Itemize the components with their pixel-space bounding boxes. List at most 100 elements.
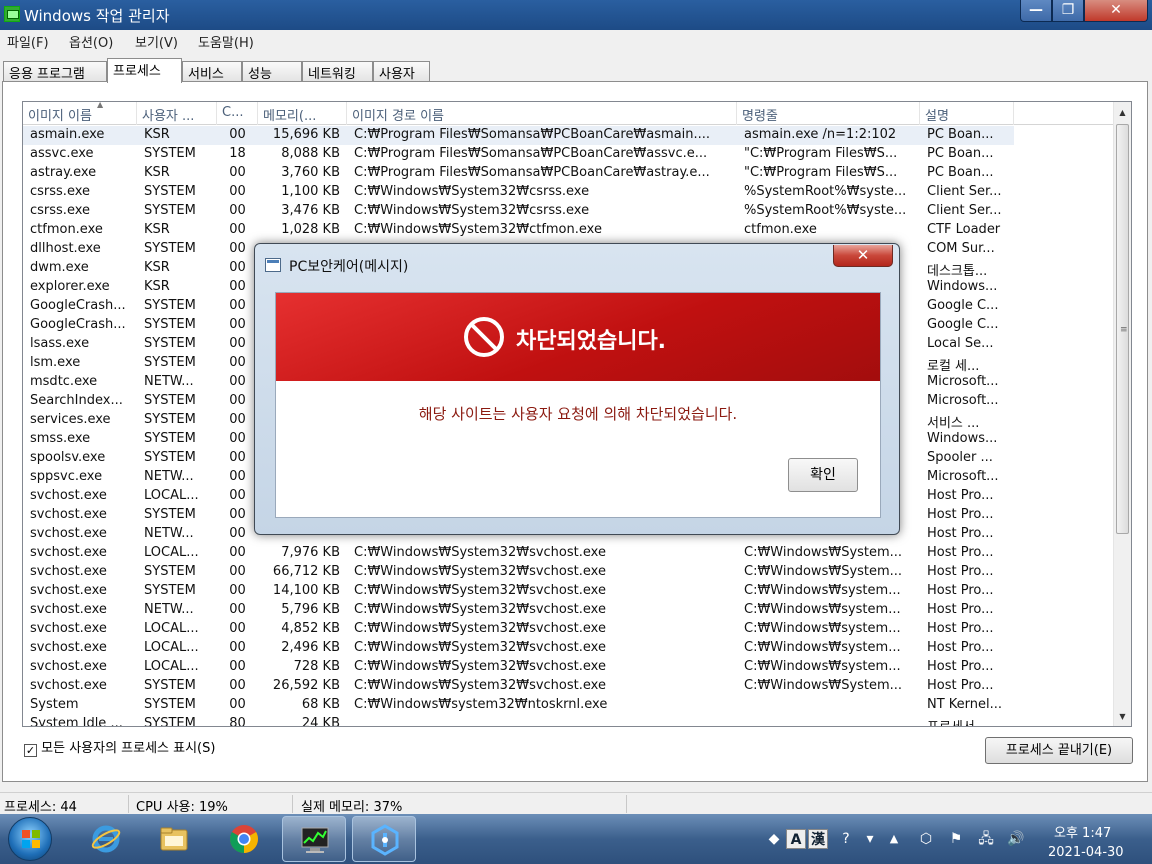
cell-description: CTF Loader <box>927 222 1001 237</box>
column-command-line[interactable]: 명령줄 <box>737 102 920 125</box>
cell-image-name: svchost.exe <box>30 621 107 636</box>
tab-networking[interactable]: 네트워킹 <box>302 61 373 82</box>
cell-user: KSR <box>144 165 170 180</box>
close-icon: ✕ <box>1110 2 1122 18</box>
table-row[interactable]: ctfmon.exe KSR 00 1,028 KB C:₩Windows₩System… <box>23 221 1113 240</box>
cell-description: 데스크톱... <box>927 264 988 278</box>
action-center-flag-icon[interactable]: ⚑ <box>946 829 966 849</box>
cell-cpu: 00 <box>229 583 246 598</box>
ime-mode-icon[interactable]: A <box>786 829 806 849</box>
taskbar-internet-explorer[interactable] <box>74 816 138 862</box>
status-cpu-usage: CPU 사용: 19% <box>136 800 228 815</box>
scroll-down-icon[interactable]: ▼ <box>1114 708 1131 725</box>
pc-boancare-tray-icon[interactable]: ⬡ <box>916 829 936 849</box>
menu-options[interactable]: 옵션(O) <box>69 32 113 51</box>
tab-applications[interactable]: 응용 프로그램 <box>3 61 107 82</box>
end-process-button[interactable]: 프로세스 끝내기(E) <box>985 737 1133 764</box>
table-row[interactable]: svchost.exe NETW... 00 5,796 KB C:₩Windows₩S… <box>23 601 1113 620</box>
column-memory[interactable]: 메모리(... <box>258 102 347 125</box>
cell-cpu: 00 <box>229 374 246 389</box>
clock-date[interactable]: 2021-04-30 <box>1048 845 1124 860</box>
scroll-up-icon[interactable]: ▲ <box>1114 104 1131 121</box>
ime-options-icon[interactable]: ▾ <box>860 829 880 849</box>
maximize-button[interactable]: ❐ <box>1052 0 1084 22</box>
checkbox-icon[interactable]: ✓ <box>24 744 37 757</box>
clock-time[interactable]: 오후 1:47 <box>1054 822 1111 841</box>
cell-command-line: %SystemRoot%₩syste... <box>744 184 907 199</box>
tab-services[interactable]: 서비스 <box>182 61 242 82</box>
dialog-title: PC보안케어(메시지) <box>289 259 409 275</box>
cell-user: NETW... <box>144 602 194 617</box>
table-row[interactable]: svchost.exe SYSTEM 00 14,100 KB C:₩Windows₩S… <box>23 582 1113 601</box>
cell-command-line: C:₩Windows₩system... <box>744 640 901 655</box>
table-row[interactable]: asmain.exe KSR 00 15,696 KB C:₩Program Files… <box>23 126 1113 145</box>
table-row[interactable]: svchost.exe SYSTEM 00 26,592 KB C:₩Windows₩S… <box>23 677 1113 696</box>
table-row[interactable]: astray.exe KSR 00 3,760 KB C:₩Program Files₩… <box>23 164 1113 183</box>
cell-memory: 3,760 KB <box>281 165 340 180</box>
taskbar-chrome[interactable] <box>212 816 276 862</box>
cell-cpu: 00 <box>229 526 246 541</box>
cell-description: Host Pro... <box>927 564 994 579</box>
menu-file[interactable]: 파일(F) <box>7 32 49 51</box>
taskbar-file-explorer[interactable] <box>142 816 206 862</box>
cell-command-line: C:₩Windows₩system... <box>744 659 901 674</box>
column-image-path[interactable]: 이미지 경로 이름 <box>347 102 737 125</box>
table-row[interactable]: svchost.exe SYSTEM 00 66,712 KB C:₩Windows₩S… <box>23 563 1113 582</box>
cell-command-line <box>737 696 920 715</box>
hanja-mode-icon[interactable]: 漢 <box>808 829 828 849</box>
table-row[interactable]: svchost.exe LOCAL... 00 2,496 KB C:₩Windows₩… <box>23 639 1113 658</box>
cell-command-line: C:₩Windows₩system... <box>744 602 901 617</box>
minimize-button[interactable]: — <box>1020 0 1052 22</box>
table-row[interactable]: svchost.exe LOCAL... 00 7,976 KB C:₩Windows₩… <box>23 544 1113 563</box>
menu-help[interactable]: 도움말(H) <box>198 32 254 51</box>
cell-user: NETW... <box>144 374 194 389</box>
cell-command-line: ctfmon.exe <box>744 222 817 237</box>
cell-image-name: smss.exe <box>30 431 91 446</box>
tab-processes[interactable]: 프로세스 <box>107 58 182 83</box>
cell-image-name: svchost.exe <box>30 640 107 655</box>
chrome-icon <box>230 825 258 853</box>
column-user[interactable]: 사용자 ... <box>137 102 217 125</box>
cell-image-name: csrss.exe <box>30 203 91 218</box>
network-shield-icon[interactable]: ◆ <box>764 829 784 849</box>
tab-strip: 응용 프로그램 프로세스 서비스 성능 네트워킹 사용자 <box>0 58 1152 83</box>
volume-icon[interactable]: 🔊 <box>1006 829 1026 849</box>
table-row[interactable]: svchost.exe LOCAL... 00 728 KB C:₩Windows₩Sy… <box>23 658 1113 677</box>
cell-memory: 66,712 KB <box>272 564 340 579</box>
table-row[interactable]: svchost.exe LOCAL... 00 4,852 KB C:₩Windows₩… <box>23 620 1113 639</box>
menu-view[interactable]: 보기(V) <box>135 32 178 51</box>
scroll-thumb[interactable]: ≡ <box>1116 124 1129 534</box>
tab-performance[interactable]: 성능 <box>242 61 302 82</box>
cell-description: Windows... <box>927 431 998 446</box>
column-cpu[interactable]: C... <box>217 102 258 125</box>
dialog-close-button[interactable]: ✕ <box>833 245 893 267</box>
close-button[interactable]: ✕ <box>1084 0 1148 22</box>
vertical-scrollbar[interactable]: ▲ ≡ ▼ <box>1113 102 1131 726</box>
table-header: 이미지 이름 ▲ 사용자 ... C... 메모리(... 이미지 경로 이름 … <box>23 102 1113 125</box>
table-row[interactable]: assvc.exe SYSTEM 18 8,088 KB C:₩Program File… <box>23 145 1113 164</box>
cell-description: PC Boan... <box>927 165 994 180</box>
taskbar-task-manager[interactable] <box>282 816 346 862</box>
column-description[interactable]: 설명 <box>920 102 1014 125</box>
cell-command-line: "C:₩Program Files₩S... <box>744 165 898 180</box>
table-row[interactable]: csrss.exe SYSTEM 00 1,100 KB C:₩Windows₩Syst… <box>23 183 1113 202</box>
cell-user: SYSTEM <box>144 336 196 351</box>
table-row[interactable]: System Idle ... SYSTEM 80 24 KB 프로세서... <box>23 715 1113 726</box>
confirm-button[interactable]: 확인 <box>788 458 858 492</box>
column-image-name[interactable]: 이미지 이름 ▲ <box>23 102 137 125</box>
show-all-users-checkbox[interactable]: ✓ 모든 사용자의 프로세스 표시(S) <box>24 737 215 757</box>
cell-image-path: C:₩Windows₩System32₩ctfmon.exe <box>354 222 602 237</box>
help-icon[interactable]: ? <box>836 829 856 849</box>
cell-cpu: 00 <box>229 450 246 465</box>
table-row[interactable]: csrss.exe SYSTEM 00 3,476 KB C:₩Windows₩Syst… <box>23 202 1113 221</box>
cell-cpu: 00 <box>229 412 246 427</box>
network-icon[interactable]: 🖧 <box>976 829 996 849</box>
cell-image-path: C:₩Program Files₩Somansa₩PCBoanCare₩astr… <box>354 165 710 180</box>
table-row[interactable]: System SYSTEM 00 68 KB C:₩Windows₩system32₩n… <box>23 696 1113 715</box>
taskbar-pc-boancare[interactable] <box>352 816 416 862</box>
show-hidden-icons-icon[interactable]: ▲ <box>884 829 904 849</box>
start-button[interactable] <box>8 817 52 861</box>
tab-users[interactable]: 사용자 <box>373 61 430 82</box>
blocked-icon <box>464 317 504 357</box>
cell-command-line: C:₩Windows₩System... <box>744 545 903 560</box>
